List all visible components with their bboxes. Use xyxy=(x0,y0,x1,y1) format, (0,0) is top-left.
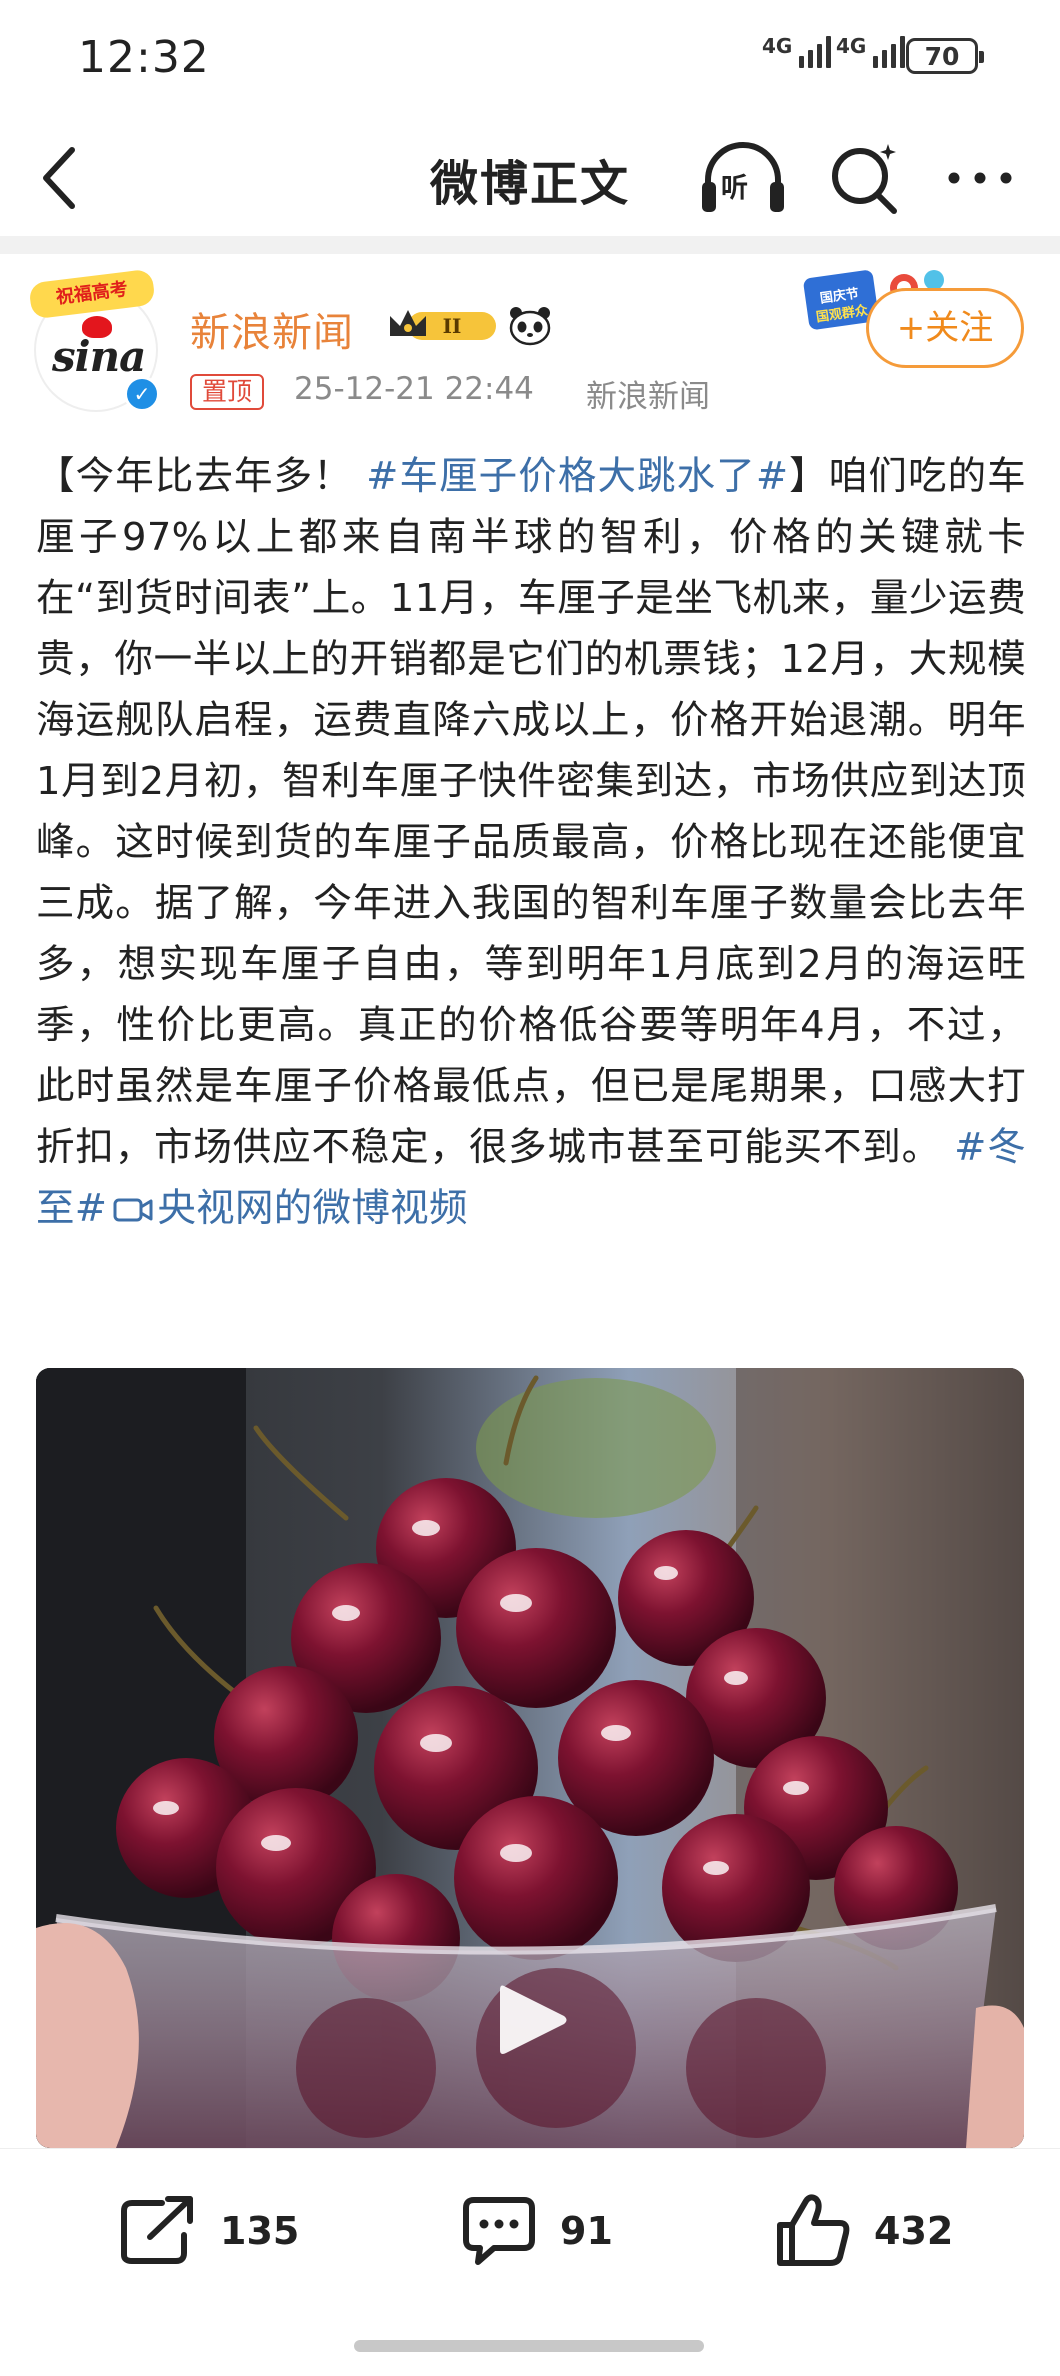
post-source: 新浪新闻 xyxy=(586,379,710,415)
battery-level: 70 xyxy=(924,41,960,71)
avatar[interactable]: 祝福高考 sina ✓ xyxy=(28,268,160,412)
network-type-label: 4G xyxy=(762,34,793,58)
section-divider xyxy=(0,236,1060,254)
pinned-tag: 置顶 xyxy=(190,374,265,410)
video-camera-icon xyxy=(113,1198,153,1222)
search-icon xyxy=(832,144,897,214)
more-options-button[interactable] xyxy=(940,136,1020,220)
panda-icon xyxy=(509,307,551,346)
like-button[interactable]: 432 xyxy=(776,2191,953,2271)
post-timestamp: 25-12-21 22:44 xyxy=(294,371,534,407)
comment-icon xyxy=(463,2197,535,2265)
comment-count: 91 xyxy=(560,2209,613,2253)
signal-icon-2: 4G xyxy=(836,34,906,68)
status-bar: 12:32 4G 4G 70 xyxy=(0,0,1060,118)
signal-icon: 4G xyxy=(762,34,832,68)
member-crown-icon: II xyxy=(390,310,496,340)
more-icon xyxy=(948,172,1012,184)
avatar-logo: sina xyxy=(52,332,146,381)
author-name[interactable]: 新浪新闻 xyxy=(190,300,354,358)
status-time: 12:32 xyxy=(78,32,210,83)
level-badge: II xyxy=(443,314,462,338)
home-indicator[interactable] xyxy=(354,2340,704,2352)
verified-icon: ✓ xyxy=(124,376,160,412)
nav-bar: 微博正文 听 xyxy=(0,118,1060,236)
video-source-link[interactable]: 央视网的微博视频 xyxy=(157,1186,467,1231)
like-count: 432 xyxy=(874,2209,954,2253)
topic-link-headline[interactable]: #车厘子价格大跳水了# xyxy=(366,454,788,499)
post-text: 【今年比去年多！ #车厘子价格大跳水了#】咱们吃的车厘子97%以上都来自南半球的… xyxy=(36,446,1026,1239)
listen-button[interactable]: 听 xyxy=(700,136,786,220)
thumbs-up-icon xyxy=(777,2194,850,2266)
search-button[interactable] xyxy=(824,136,908,220)
follow-button[interactable]: +关注 xyxy=(866,288,1024,368)
repost-count: 135 xyxy=(220,2209,300,2253)
repost-button[interactable]: 135 xyxy=(118,2191,299,2271)
post-body-text: 】咱们吃的车厘子97%以上都来自南半球的智利，价格的关键就卡在“到货时间表”上。… xyxy=(36,454,1026,1170)
avatar-banner: 祝福高考 xyxy=(28,268,156,320)
listen-label: 听 xyxy=(721,173,748,204)
battery-icon: 70 xyxy=(906,38,984,74)
network-type-label-2: 4G xyxy=(836,34,867,58)
comment-button[interactable]: 91 xyxy=(460,2191,613,2271)
play-icon[interactable] xyxy=(494,1980,570,2060)
post-bracket-open: 【今年比去年多！ xyxy=(36,454,367,499)
share-icon xyxy=(121,2196,193,2264)
author-header: 祝福高考 sina ✓ 新浪新闻 II 置顶 25-12-21 22:44 新浪… xyxy=(0,254,1060,434)
